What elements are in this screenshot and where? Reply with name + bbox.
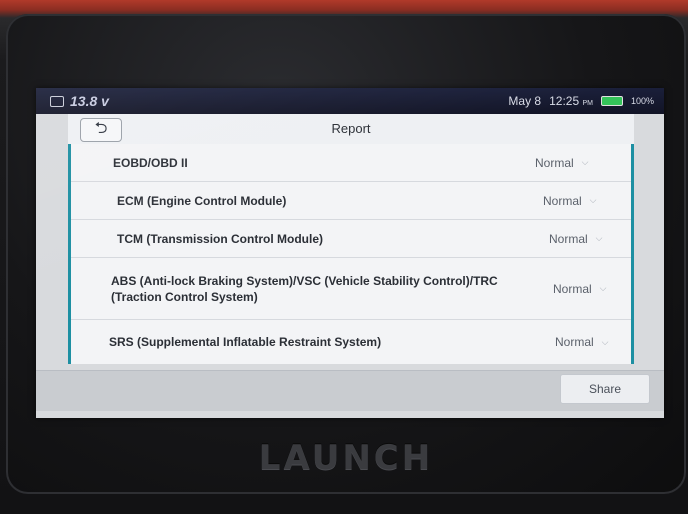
status-ampm: PM: [582, 100, 593, 107]
module-status-dropdown[interactable]: Normal ⌵: [555, 335, 625, 349]
module-status: Normal: [553, 281, 592, 296]
app-bar: ⮌ Report: [68, 114, 634, 145]
module-row-ecm[interactable]: ECM (Engine Control Module) Normal ⌵: [71, 182, 631, 220]
car-icon: [50, 95, 64, 107]
module-row-tcm[interactable]: TCM (Transmission Control Module) Normal…: [71, 220, 631, 258]
module-status-dropdown[interactable]: Normal ⌵: [549, 232, 619, 246]
page-title: Report: [331, 121, 371, 136]
module-row-abs-vsc-trc[interactable]: ABS (Anti-lock Braking System)/VSC (Vehi…: [71, 258, 631, 320]
status-time: 12:25 PM: [549, 94, 593, 108]
footer-bar: Share: [36, 370, 664, 411]
status-time-value: 12:25: [549, 94, 580, 108]
battery-voltage: 13.8 v: [70, 93, 109, 109]
chevron-down-icon: ⌵: [589, 195, 597, 205]
module-status-dropdown[interactable]: Normal ⌵: [543, 194, 613, 208]
module-status-dropdown[interactable]: Normal ⌵: [553, 282, 623, 296]
module-name: TCM (Transmission Control Module): [117, 231, 323, 246]
module-list[interactable]: EOBD/OBD II Normal ⌵ ECM (Engine Control…: [68, 144, 634, 364]
status-right: May 8 12:25 PM 100%: [508, 94, 654, 108]
module-name: SRS (Supplemental Inflatable Restraint S…: [109, 335, 382, 349]
battery-percent: 100%: [630, 96, 654, 106]
module-status: Normal: [555, 335, 594, 349]
module-name: ABS (Anti-lock Braking System)/VSC (Vehi…: [111, 273, 498, 304]
module-name: EOBD/OBD II: [113, 155, 188, 170]
module-status-dropdown[interactable]: Normal ⌵: [535, 156, 605, 170]
module-name: ECM (Engine Control Module): [117, 193, 287, 208]
module-status: Normal: [543, 193, 582, 208]
module-row-srs[interactable]: SRS (Supplemental Inflatable Restraint S…: [71, 320, 631, 364]
status-left: 13.8 v: [50, 93, 109, 109]
chevron-down-icon: ⌵: [599, 283, 607, 293]
battery-icon: [600, 96, 623, 106]
device-screen: 13.8 v May 8 12:25 PM 100% ⮌ Report EOBD…: [36, 88, 664, 418]
module-row-eobd[interactable]: EOBD/OBD II Normal ⌵: [71, 144, 631, 182]
chevron-down-icon: ⌵: [601, 336, 609, 347]
module-status: Normal: [549, 231, 588, 246]
status-date: May 8: [508, 94, 542, 108]
chevron-down-icon: ⌵: [581, 157, 589, 167]
status-bar: 13.8 v May 8 12:25 PM 100%: [36, 88, 664, 114]
module-status: Normal: [535, 155, 574, 170]
chevron-down-icon: ⌵: [595, 233, 603, 243]
share-button[interactable]: Share: [560, 374, 650, 404]
device-brand-logo: LAUNCH: [258, 438, 434, 478]
